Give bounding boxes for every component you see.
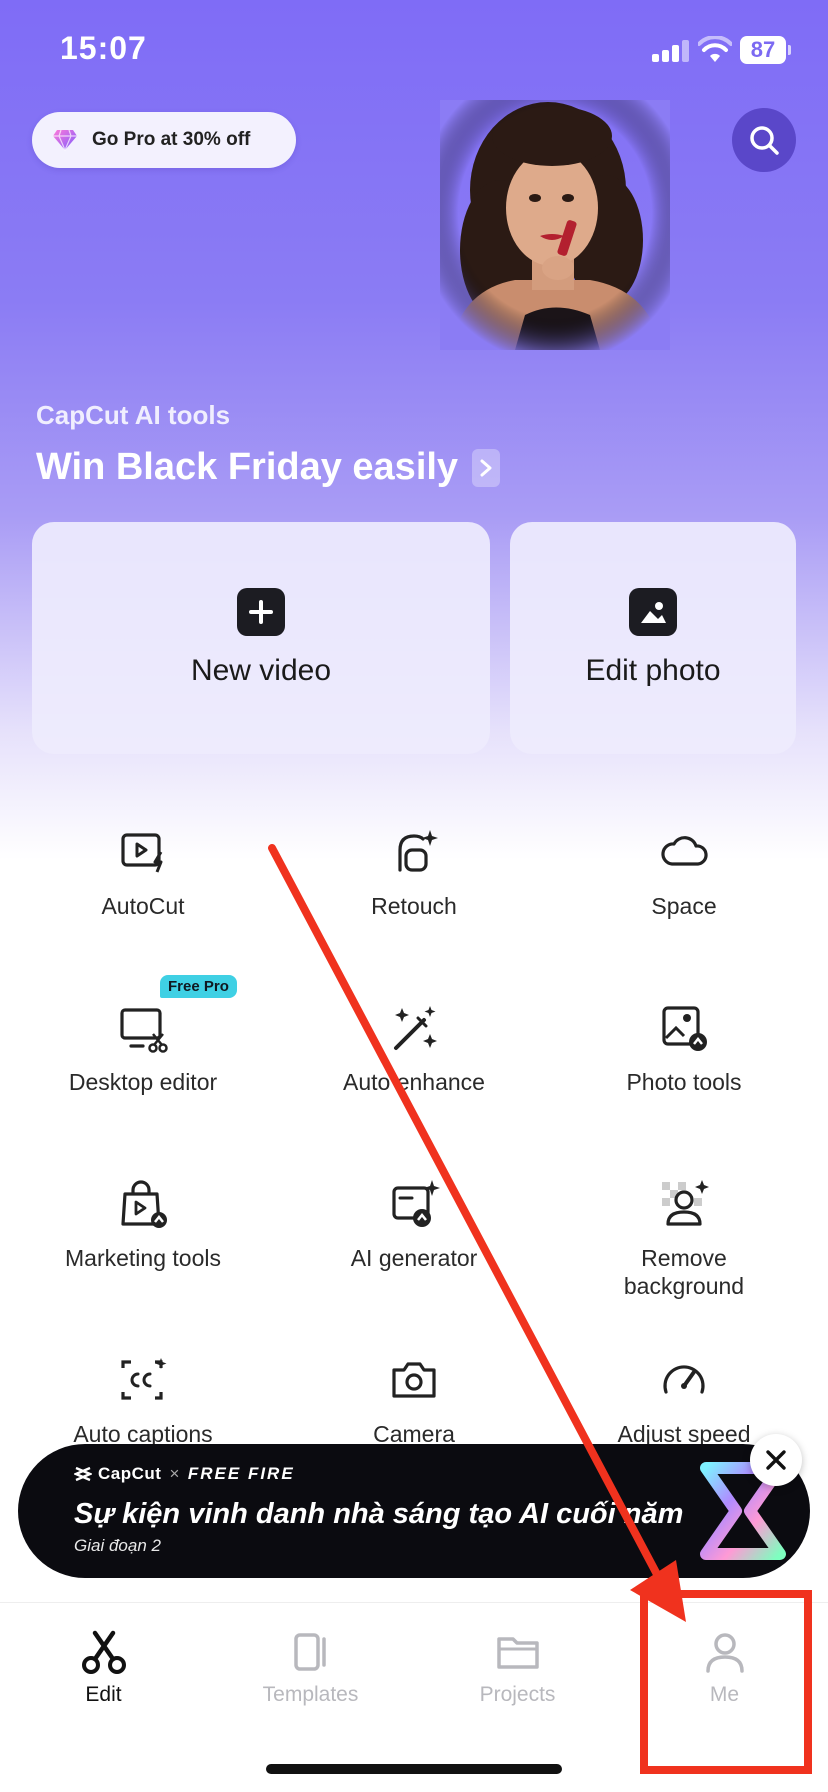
tool-label: Auto enhance (343, 1069, 485, 1095)
close-banner-button[interactable] (750, 1434, 802, 1486)
tool-autocut[interactable]: AutoCut (8, 826, 278, 920)
tool-label: Marketing tools (65, 1245, 221, 1271)
photo-tools-icon (662, 1006, 707, 1051)
new-video-label: New video (190, 654, 332, 687)
marketing-bag-icon (121, 1180, 167, 1228)
chevron-right-icon (472, 448, 501, 487)
search-icon (750, 126, 779, 155)
tool-auto-enhance[interactable]: Auto enhance (279, 1002, 549, 1096)
image-icon (629, 588, 677, 636)
desktop-editor-icon (120, 1008, 168, 1053)
tool-label: AutoCut (101, 893, 185, 919)
tool-label: Photo tools (626, 1069, 742, 1095)
tab-templates[interactable]: Templates (207, 1627, 414, 1707)
ai-generator-icon (392, 1180, 440, 1227)
status-time: 15:07 (60, 30, 147, 66)
tool-auto-captions[interactable]: Auto captions (8, 1354, 278, 1448)
banner-headline: Sự kiện vinh danh nhà sáng tạo AI cuối n… (74, 1498, 684, 1530)
hero-title-link[interactable]: Win Black Friday easily (36, 446, 501, 489)
battery-indicator: 87 (740, 36, 791, 64)
hero-portrait-image (440, 100, 670, 350)
cellular-signal-icon (652, 40, 692, 62)
tool-camera[interactable]: Camera (279, 1354, 549, 1448)
hero-subtitle: CapCut AI tools (36, 400, 231, 430)
tab-edit[interactable]: Edit (0, 1627, 207, 1707)
tool-ai-generator[interactable]: AI generator (279, 1178, 549, 1272)
speedometer-icon (663, 1365, 705, 1394)
banner-brand-name: CapCut (98, 1464, 162, 1483)
tool-label: Retouch (371, 893, 457, 919)
camera-icon (392, 1362, 436, 1398)
folder-icon (496, 1637, 539, 1669)
annotation-highlight-box (640, 1590, 812, 1774)
banner-separator: × (169, 1464, 180, 1483)
tool-desktop-editor[interactable]: Desktop editor (8, 1002, 278, 1096)
scissors-icon (81, 1630, 126, 1674)
search-button[interactable] (732, 108, 796, 172)
event-banner[interactable]: CapCut × FREE FIRE Sự kiện vinh danh nhà… (18, 1444, 810, 1578)
hero-title: Win Black Friday easily (36, 446, 459, 488)
templates-icon (293, 1633, 326, 1671)
tab-label: Projects (479, 1683, 556, 1706)
tool-space[interactable]: Space (549, 826, 819, 920)
tool-label: Desktop editor (68, 1069, 218, 1095)
tool-label: Remove background (623, 1245, 745, 1299)
close-icon (766, 1450, 786, 1470)
tab-label: Edit (85, 1683, 122, 1706)
diamond-icon (53, 129, 77, 152)
magic-wand-icon (394, 1006, 437, 1050)
status-bar: 15:07 87 (0, 0, 828, 100)
banner-partner: FREE FIRE (187, 1464, 295, 1483)
capcut-logo-icon (74, 1466, 92, 1482)
tool-label: AI generator (350, 1245, 478, 1271)
tool-photo-tools[interactable]: Photo tools (549, 1002, 819, 1096)
banner-subtitle: Giai đoạn 2 (74, 1536, 161, 1555)
captions-icon (121, 1358, 167, 1400)
free-pro-badge: Free Pro (160, 975, 237, 998)
remove-background-icon (662, 1180, 709, 1226)
go-pro-button[interactable]: Go Pro at 30% off (32, 112, 296, 168)
plus-icon (237, 588, 285, 636)
tool-label: Space (651, 893, 717, 919)
tool-remove-background[interactable]: Remove background (549, 1178, 819, 1300)
new-video-card[interactable]: New video (32, 522, 490, 754)
cloud-icon (661, 836, 708, 866)
wifi-icon (698, 36, 732, 62)
tool-marketing-tools[interactable]: Marketing tools (8, 1178, 278, 1272)
edit-photo-label: Edit photo (585, 654, 721, 687)
edit-photo-card[interactable]: Edit photo (510, 522, 796, 754)
go-pro-label: Go Pro at 30% off (92, 129, 251, 150)
autocut-icon (121, 833, 163, 873)
tab-projects[interactable]: Projects (414, 1627, 621, 1707)
tool-retouch[interactable]: Retouch (279, 826, 549, 920)
banner-brand: CapCut × FREE FIRE (74, 1464, 295, 1484)
tab-label: Templates (262, 1683, 359, 1706)
retouch-icon (398, 830, 438, 872)
home-indicator (266, 1764, 562, 1774)
